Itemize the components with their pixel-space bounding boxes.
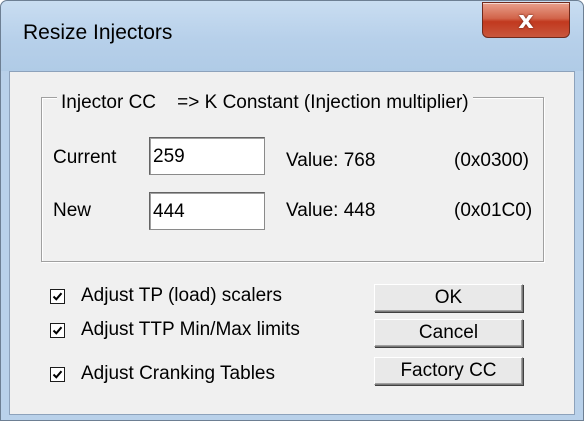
checkmark-icon bbox=[52, 370, 63, 379]
adjust-cranking-tables-checkbox[interactable] bbox=[50, 367, 65, 382]
ok-button[interactable]: OK bbox=[374, 284, 523, 312]
new-hex-text: (0x01C0) bbox=[454, 200, 533, 221]
current-cc-input[interactable] bbox=[149, 137, 265, 175]
injector-groupbox bbox=[41, 97, 544, 262]
current-label: Current bbox=[53, 147, 117, 168]
groupbox-legend: Injector CC => K Constant (Injection mul… bbox=[57, 92, 473, 114]
dialog-window: Resize Injectors x Injector CC => K Cons… bbox=[0, 0, 584, 421]
window-title: Resize Injectors bbox=[23, 21, 173, 44]
current-hex-text: (0x0300) bbox=[454, 150, 529, 171]
adjust-ttp-limits-checkbox[interactable] bbox=[50, 323, 65, 338]
adjust-tp-scalers-checkbox[interactable] bbox=[50, 289, 65, 304]
adjust-ttp-limits-label[interactable]: Adjust TTP Min/Max limits bbox=[81, 319, 300, 341]
checkmark-icon bbox=[52, 292, 63, 301]
new-value-text: Value: 448 bbox=[286, 200, 376, 221]
title-bar[interactable]: Resize Injectors x bbox=[1, 1, 583, 71]
new-label: New bbox=[53, 200, 92, 221]
cancel-button[interactable]: Cancel bbox=[374, 319, 523, 347]
current-value-text: Value: 768 bbox=[286, 150, 376, 171]
factory-cc-button[interactable]: Factory CC bbox=[374, 357, 523, 385]
close-icon: x bbox=[518, 6, 534, 34]
close-button[interactable]: x bbox=[482, 2, 570, 38]
new-cc-input[interactable] bbox=[149, 192, 265, 230]
adjust-tp-scalers-label[interactable]: Adjust TP (load) scalers bbox=[81, 285, 282, 307]
checkmark-icon bbox=[52, 326, 63, 335]
adjust-cranking-tables-label[interactable]: Adjust Cranking Tables bbox=[81, 363, 275, 385]
